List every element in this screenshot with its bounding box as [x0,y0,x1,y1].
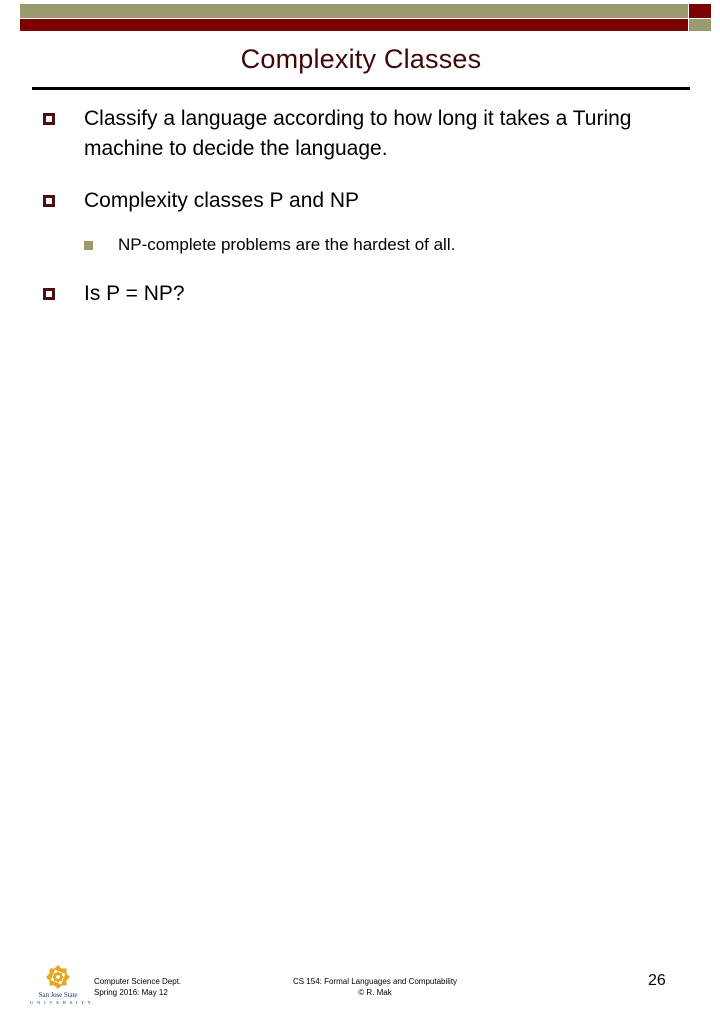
page-number: 26 [648,972,666,989]
slide-footer: San Jose State U N I V E R S I T Y Compu… [0,480,720,1005]
footer-department: Computer Science Dept. [94,977,182,986]
bullet-item-1: Classify a language according to how lon… [0,104,720,164]
sjsu-rosette-logo-icon [45,964,71,990]
bullet-text: Complexity classes P and NP [84,189,360,212]
footer-term: Spring 2016: May 12 [94,988,168,997]
slide-canvas: Complexity Classes Classify a language a… [0,0,720,1005]
sjsu-logo: San Jose State U N I V E R S I T Y [30,964,93,1012]
footer-center-block: CS 154: Formal Languages and Computabili… [230,976,520,998]
footer-course: CS 154: Formal Languages and Computabili… [292,977,458,986]
header-bar-khaki [20,4,688,18]
bullet-spacer [0,257,720,279]
bullet-text: Classify a language according to how lon… [84,107,632,160]
footer-copyright: © R. Mak [358,988,392,997]
title-underline-rule [32,87,690,90]
hollow-square-bullet-icon [43,288,55,300]
bullet-item-3-sub: NP-complete problems are the hardest of … [0,233,720,257]
header-accent-square-khaki [689,19,711,31]
footer-left-block: Computer Science Dept. Spring 2016: May … [94,976,181,998]
hollow-square-bullet-icon [43,195,55,207]
slide-body: Classify a language according to how lon… [0,104,720,464]
filled-square-bullet-icon [84,241,93,250]
bullet-spacer [0,216,720,233]
hollow-square-bullet-icon [43,113,55,125]
bullet-spacer [0,164,720,186]
header-bar-maroon [20,19,688,31]
bullet-text: NP-complete problems are the hardest of … [118,235,456,254]
header-accent-square-maroon [689,4,711,18]
header-decoration [0,0,720,36]
bullet-item-4: Is P = NP? [0,279,720,309]
bullet-item-2: Complexity classes P and NP [0,186,720,216]
bullet-text: Is P = NP? [84,282,185,305]
sjsu-logo-subtitle: U N I V E R S I T Y [30,1000,93,1005]
sjsu-logo-name: San Jose State [38,991,78,999]
slide-title: Complexity Classes [240,44,482,74]
